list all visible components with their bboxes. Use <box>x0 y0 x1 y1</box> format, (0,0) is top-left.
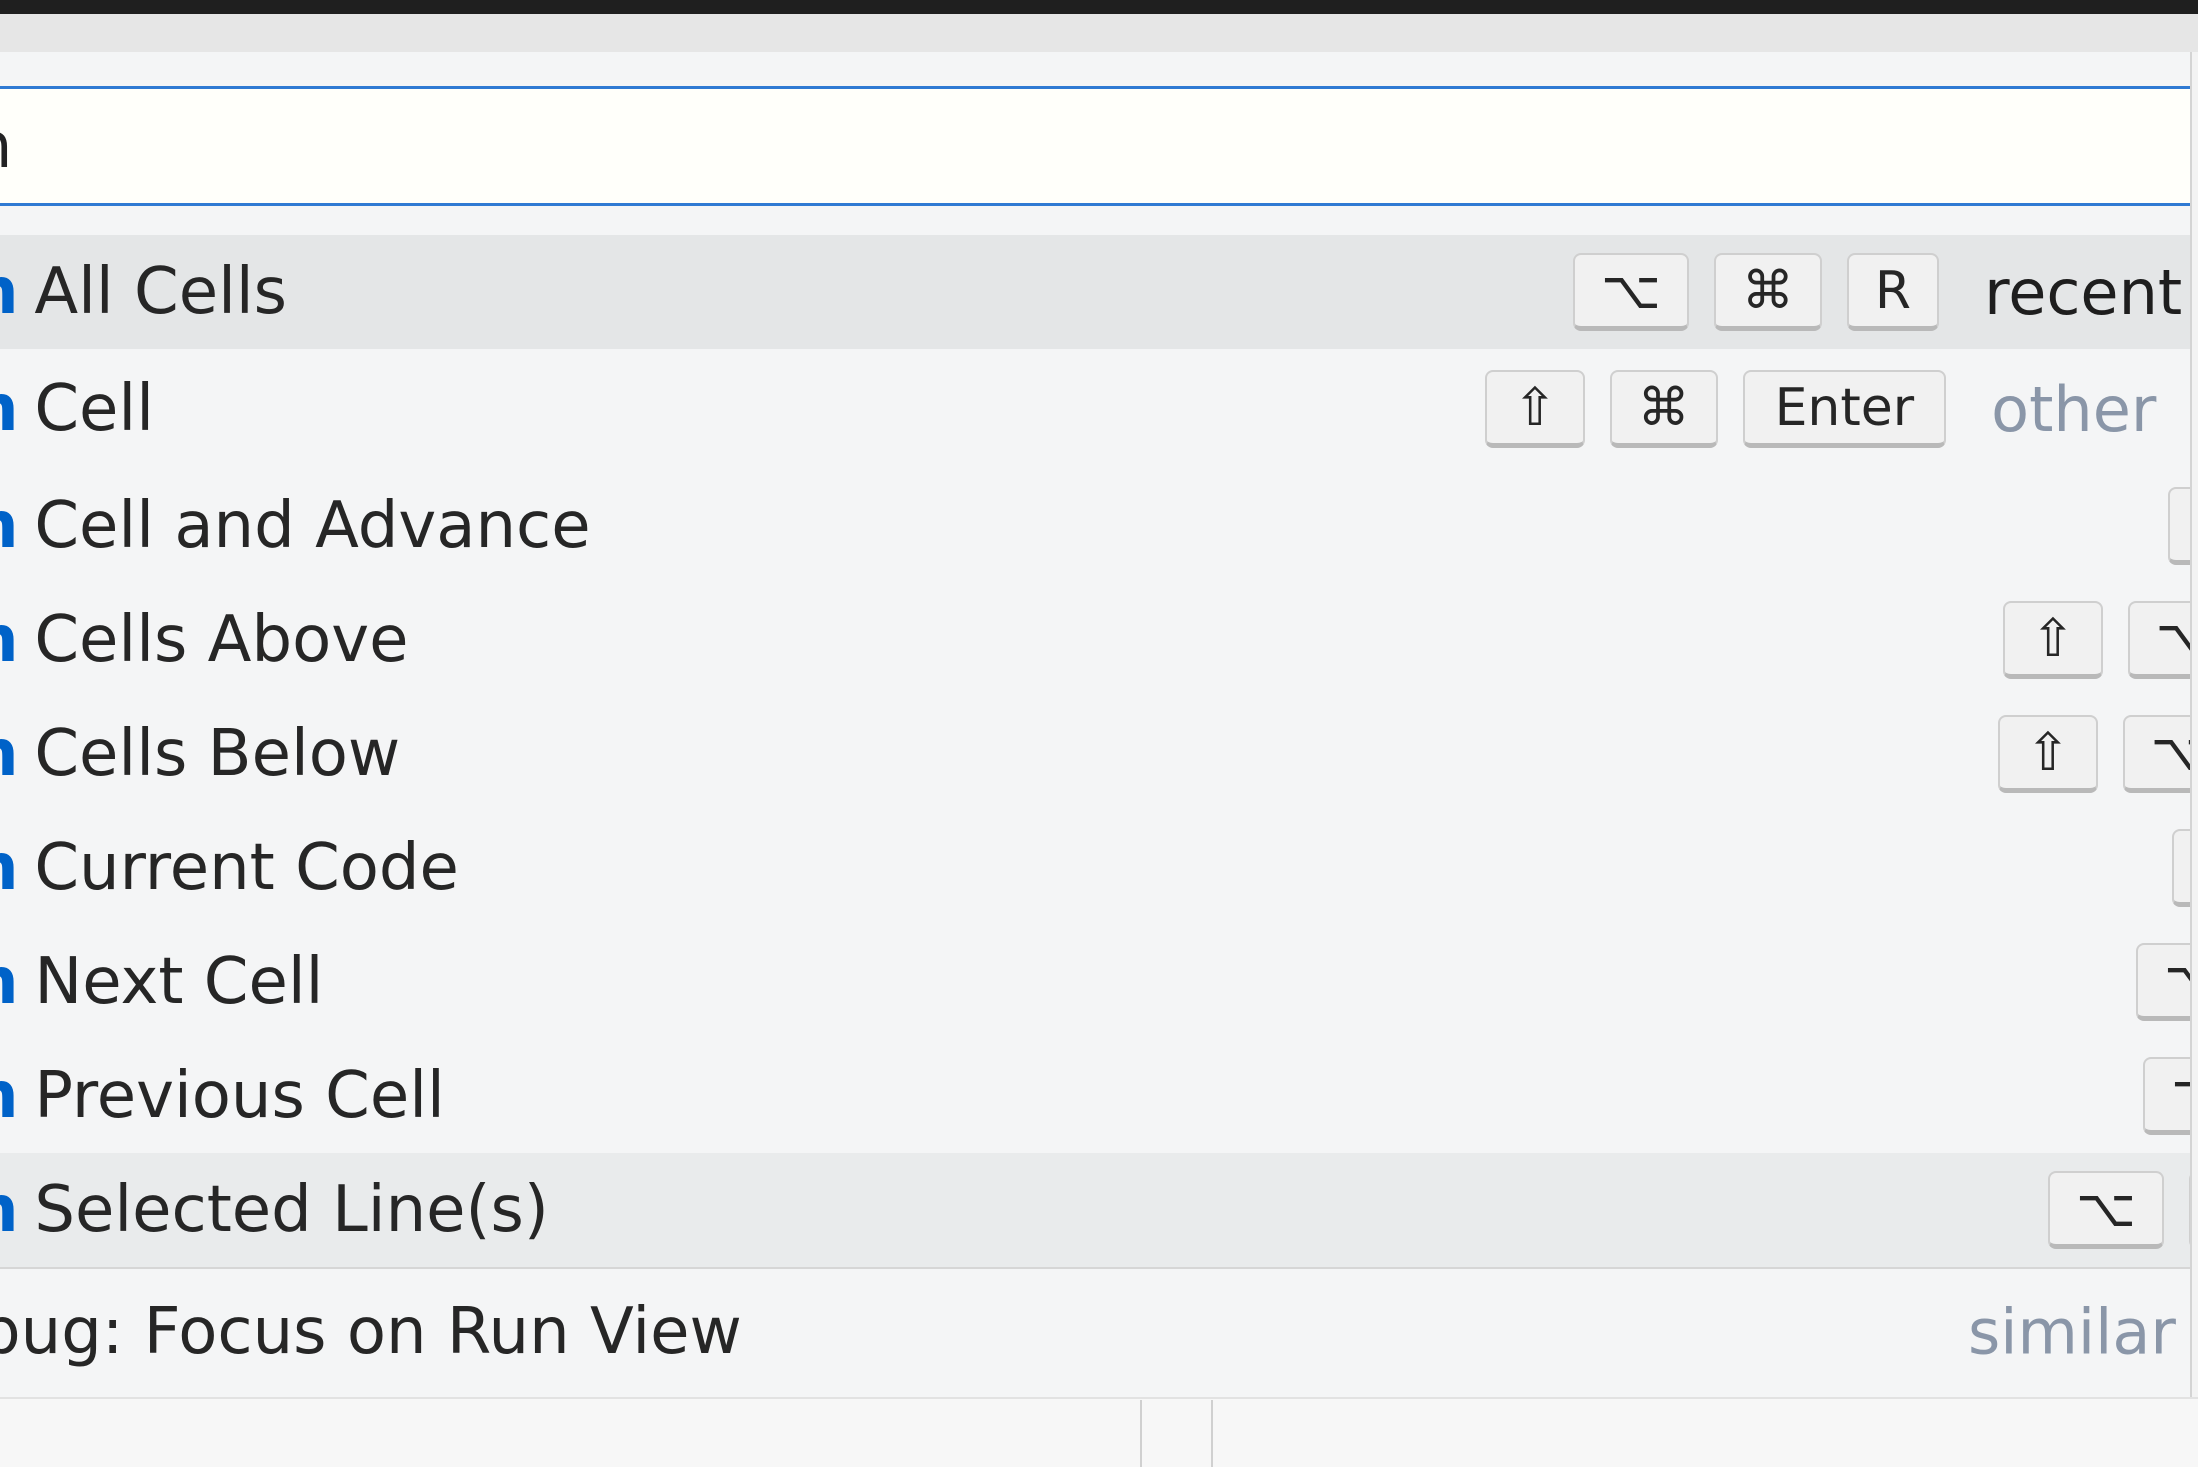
command-label-text: Cell <box>14 372 154 446</box>
command-label-text: bug: Focus on Run View <box>0 1295 742 1369</box>
key-option: ⌥ <box>2127 601 2190 679</box>
command-palette: n All Cells ⌥ ⌘ R recent n Cell ⇧ ⌘ Ente… <box>0 52 2192 1397</box>
command-label-text: Next Cell <box>14 945 324 1019</box>
key-option: ⌥ <box>2136 943 2190 1021</box>
command-label-text: All Cells <box>14 255 287 329</box>
command-label-text: Cell and Advance <box>14 489 591 563</box>
key-command: ⌘ <box>1609 370 1718 448</box>
command-label: n Current Code <box>0 831 459 905</box>
command-item-run-selected-lines[interactable]: n Selected Line(s) ⌥ <box>0 1153 2190 1267</box>
match-highlight: n <box>0 603 19 677</box>
title-strip <box>0 14 2198 52</box>
keybinding: ⇧ ⌥ <box>1998 715 2190 793</box>
keybinding: ⇧ ⌥ <box>2003 601 2190 679</box>
other-tag: other <box>1991 372 2157 446</box>
keybinding: ⌥ <box>2143 1057 2190 1135</box>
match-highlight: n <box>0 717 19 791</box>
command-label: bug: Focus on Run View <box>0 1295 742 1369</box>
command-item-run-cell-and-advance[interactable]: n Cell and Advance <box>0 469 2190 583</box>
command-search-input[interactable] <box>0 89 2188 203</box>
command-item-run-next-cell[interactable]: n Next Cell ⌥ <box>0 925 2190 1039</box>
key-partial <box>2168 487 2190 565</box>
key-partial <box>2172 829 2190 907</box>
key-option: ⌥ <box>2048 1171 2164 1249</box>
window-edge <box>0 0 2198 14</box>
keybinding: ⇧ ⌘ Enter other <box>1485 370 2156 448</box>
command-item-run-cells-below[interactable]: n Cells Below ⇧ ⌥ <box>0 697 2190 811</box>
keybinding: similar <box>1968 1296 2176 1369</box>
command-item-run-current-code[interactable]: n Current Code <box>0 811 2190 925</box>
command-label-text: Previous Cell <box>14 1059 445 1133</box>
recent-tag: recent <box>1984 255 2183 329</box>
match-highlight: n <box>0 255 19 329</box>
command-item-debug-focus-run-view[interactable]: bug: Focus on Run View similar <box>0 1267 2190 1395</box>
keybinding: ⌥ ⌘ R recent <box>1573 253 2182 331</box>
key-option: ⌥ <box>2122 715 2190 793</box>
window: n All Cells ⌥ ⌘ R recent n Cell ⇧ ⌘ Ente… <box>0 0 2198 1467</box>
panel-divider <box>1140 1400 1142 1467</box>
match-highlight: n <box>0 1059 19 1133</box>
match-highlight: n <box>0 945 19 1019</box>
keybinding: ⌥ <box>2048 1171 2190 1249</box>
keybinding: ⌥ <box>2136 943 2190 1021</box>
command-label: n Cell and Advance <box>0 489 591 563</box>
key-shift: ⇧ <box>1998 715 2098 793</box>
command-item-run-cell[interactable]: n Cell ⇧ ⌘ Enter other <box>0 349 2190 469</box>
key-r: R <box>1846 253 1940 331</box>
command-label: n Cells Below <box>0 717 400 791</box>
key-shift: ⇧ <box>1485 370 1585 448</box>
command-label: n All Cells <box>0 255 287 329</box>
match-highlight: n <box>0 831 19 905</box>
match-highlight: n <box>0 372 19 446</box>
command-label-text: Current Code <box>14 831 459 905</box>
command-item-run-previous-cell[interactable]: n Previous Cell ⌥ <box>0 1039 2190 1153</box>
command-label: n Next Cell <box>0 945 323 1019</box>
similar-tag: similar <box>1968 1295 2176 1369</box>
key-enter: Enter <box>1742 370 1947 448</box>
command-item-run-all-cells[interactable]: n All Cells ⌥ ⌘ R recent <box>0 235 2190 349</box>
keybinding <box>2172 829 2190 907</box>
command-label-text: Cells Below <box>14 717 401 791</box>
command-label: n Cells Above <box>0 603 408 677</box>
match-highlight: n <box>0 489 19 563</box>
key-option: ⌥ <box>1573 253 1689 331</box>
command-label: n Previous Cell <box>0 1059 445 1133</box>
command-item-run-cells-above[interactable]: n Cells Above ⇧ ⌥ <box>0 583 2190 697</box>
match-highlight: n <box>0 1173 19 1247</box>
panel-divider <box>1211 1400 1213 1467</box>
key-command: ⌘ <box>1713 253 1822 331</box>
command-list: n All Cells ⌥ ⌘ R recent n Cell ⇧ ⌘ Ente… <box>0 235 2190 1395</box>
key-shift: ⇧ <box>2003 601 2103 679</box>
command-label-text: Selected Line(s) <box>14 1173 549 1247</box>
key-partial <box>2188 1171 2190 1249</box>
command-label: n Selected Line(s) <box>0 1173 549 1247</box>
key-option: ⌥ <box>2143 1057 2190 1135</box>
keybinding <box>2168 487 2190 565</box>
command-search-box[interactable] <box>0 86 2190 206</box>
status-area <box>0 1397 2198 1467</box>
command-label-text: Cells Above <box>14 603 409 677</box>
command-label: n Cell <box>0 372 154 446</box>
